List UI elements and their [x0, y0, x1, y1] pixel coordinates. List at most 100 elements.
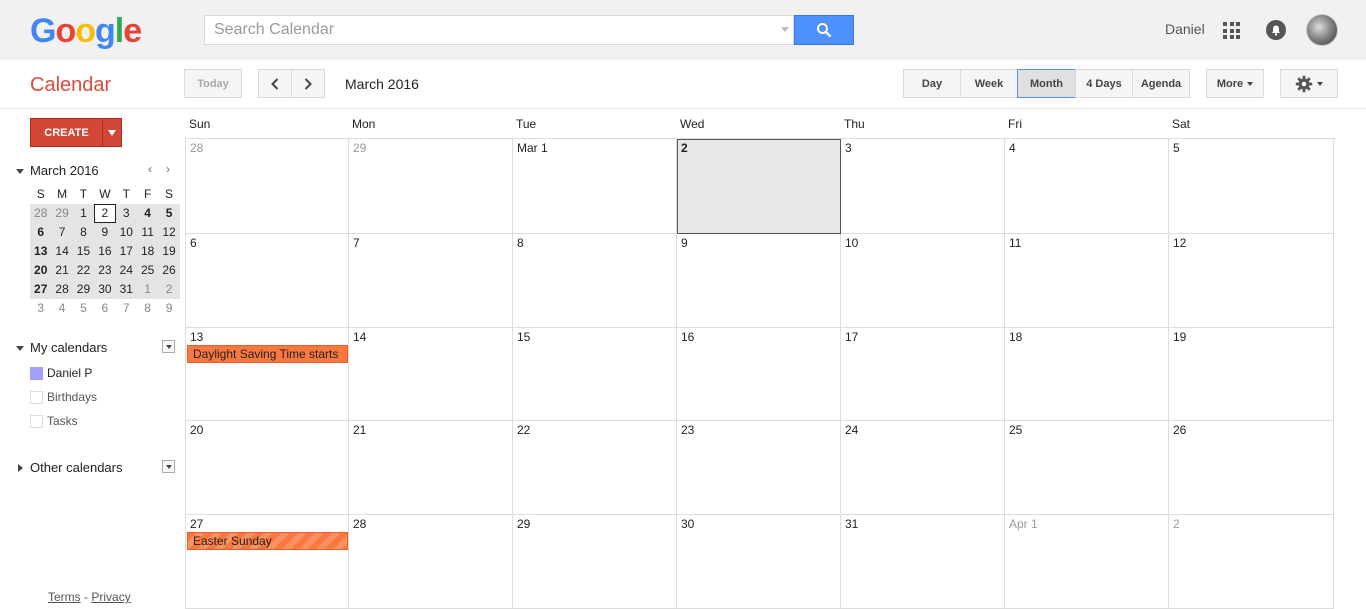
day-number[interactable]: 17 [845, 330, 858, 344]
day-number[interactable]: 29 [517, 517, 530, 531]
view-agenda-button[interactable]: Agenda [1132, 69, 1190, 98]
day-cell[interactable]: 5 [1169, 139, 1334, 234]
mini-day[interactable]: 11 [136, 223, 159, 242]
search-button[interactable] [794, 15, 854, 45]
day-number[interactable]: 30 [681, 517, 694, 531]
day-number[interactable]: 10 [845, 236, 858, 250]
day-cell[interactable]: 28 [186, 139, 349, 234]
day-cell[interactable]: 2 [677, 139, 841, 234]
calendar-item[interactable]: Tasks [30, 414, 78, 428]
mini-day[interactable]: 9 [158, 299, 179, 318]
mini-day[interactable]: 15 [72, 242, 95, 261]
day-cell[interactable]: 11 [1005, 234, 1169, 328]
mini-day[interactable]: 29 [51, 204, 73, 223]
apps-grid-icon[interactable] [1223, 22, 1240, 39]
day-number[interactable]: 3 [845, 141, 852, 155]
mini-day[interactable]: 19 [158, 242, 180, 261]
my-calendars-menu-button[interactable] [162, 340, 175, 353]
mini-day[interactable]: 13 [30, 242, 52, 261]
mini-day[interactable]: 1 [72, 204, 95, 223]
mini-day[interactable]: 22 [72, 261, 95, 280]
more-button[interactable]: More [1206, 69, 1264, 98]
day-number[interactable]: 5 [1173, 141, 1180, 155]
day-number[interactable]: 22 [517, 423, 530, 437]
previous-period-button[interactable] [258, 69, 292, 98]
day-number[interactable]: 9 [681, 236, 688, 250]
day-cell[interactable]: 8 [513, 234, 677, 328]
mini-day[interactable]: 20 [30, 261, 52, 280]
day-number[interactable]: Apr 1 [1009, 517, 1038, 531]
view-week-button[interactable]: Week [960, 69, 1018, 98]
day-number[interactable]: 19 [1173, 330, 1186, 344]
day-cell[interactable]: 15 [513, 328, 677, 421]
mini-day[interactable]: 29 [72, 280, 95, 299]
day-cell[interactable]: 12 [1169, 234, 1334, 328]
mini-calendar-title[interactable]: March 2016 [30, 163, 99, 178]
view-day-button[interactable]: Day [903, 69, 961, 98]
calendar-item[interactable]: Daniel P [30, 366, 92, 380]
day-cell[interactable]: Apr 1 [1005, 515, 1169, 609]
day-cell[interactable]: 13 Daylight Saving Time starts [186, 328, 349, 421]
today-button[interactable]: Today [184, 69, 242, 98]
mini-day[interactable]: 8 [137, 299, 158, 318]
calendar-color-swatch[interactable] [30, 390, 43, 404]
event-chip[interactable]: Daylight Saving Time starts [187, 345, 348, 363]
mini-day[interactable]: 2 [158, 280, 180, 299]
day-cell[interactable]: 29 [513, 515, 677, 609]
day-number[interactable]: 12 [1173, 236, 1186, 250]
day-number[interactable]: 28 [190, 141, 203, 155]
mini-day[interactable]: 17 [115, 242, 137, 261]
mini-day[interactable]: 27 [30, 280, 52, 299]
day-number[interactable]: 26 [1173, 423, 1186, 437]
day-number[interactable]: 20 [190, 423, 203, 437]
mini-calendar-prev-icon[interactable]: ‹ [148, 162, 152, 176]
search-input[interactable] [204, 15, 794, 45]
day-cell[interactable]: 27 Easter Sunday [186, 515, 349, 609]
day-number[interactable]: 23 [681, 423, 694, 437]
day-number[interactable]: 24 [845, 423, 858, 437]
next-period-button[interactable] [291, 69, 325, 98]
day-cell[interactable]: 6 [186, 234, 349, 328]
day-number[interactable]: 6 [190, 236, 197, 250]
day-cell[interactable]: 7 [349, 234, 513, 328]
day-cell[interactable]: 17 [841, 328, 1005, 421]
day-cell[interactable]: 16 [677, 328, 841, 421]
mini-day[interactable]: 5 [158, 204, 180, 223]
mini-day[interactable]: 14 [51, 242, 73, 261]
mini-day[interactable]: 21 [51, 261, 73, 280]
calendar-color-swatch[interactable] [30, 366, 43, 380]
day-cell[interactable]: 28 [349, 515, 513, 609]
mini-day[interactable]: 5 [73, 299, 94, 318]
day-number[interactable]: 18 [1009, 330, 1022, 344]
day-number[interactable]: 21 [353, 423, 366, 437]
day-number[interactable]: 16 [681, 330, 694, 344]
day-cell[interactable]: 24 [841, 421, 1005, 515]
day-number[interactable]: 2 [681, 141, 688, 155]
day-number[interactable]: 28 [353, 517, 366, 531]
view-4days-button[interactable]: 4 Days [1075, 69, 1133, 98]
day-cell[interactable]: 20 [186, 421, 349, 515]
mini-day[interactable]: 9 [94, 223, 116, 242]
day-number[interactable]: 11 [1009, 236, 1021, 250]
day-cell[interactable]: 31 [841, 515, 1005, 609]
mini-day[interactable]: 26 [158, 261, 180, 280]
other-calendars-title[interactable]: Other calendars [30, 460, 123, 475]
day-cell[interactable]: 18 [1005, 328, 1169, 421]
mini-day[interactable]: 12 [158, 223, 180, 242]
notifications-bell-icon[interactable] [1266, 20, 1286, 40]
day-number[interactable]: 13 [190, 330, 203, 344]
settings-button[interactable] [1280, 69, 1338, 98]
day-cell[interactable]: 9 [677, 234, 841, 328]
day-number[interactable]: 7 [353, 236, 360, 250]
collapse-my-calendars-icon[interactable] [16, 346, 24, 351]
mini-day[interactable]: 31 [115, 280, 137, 299]
day-number[interactable]: 27 [190, 517, 203, 531]
mini-day[interactable]: 16 [94, 242, 116, 261]
privacy-link[interactable]: Privacy [91, 590, 130, 604]
mini-day[interactable]: 28 [30, 204, 52, 223]
create-dropdown-button[interactable] [102, 118, 122, 147]
day-cell[interactable]: 29 [349, 139, 513, 234]
user-name-link[interactable]: Daniel [1165, 21, 1205, 37]
day-cell[interactable]: 3 [841, 139, 1005, 234]
mini-day[interactable]: 6 [30, 223, 52, 242]
